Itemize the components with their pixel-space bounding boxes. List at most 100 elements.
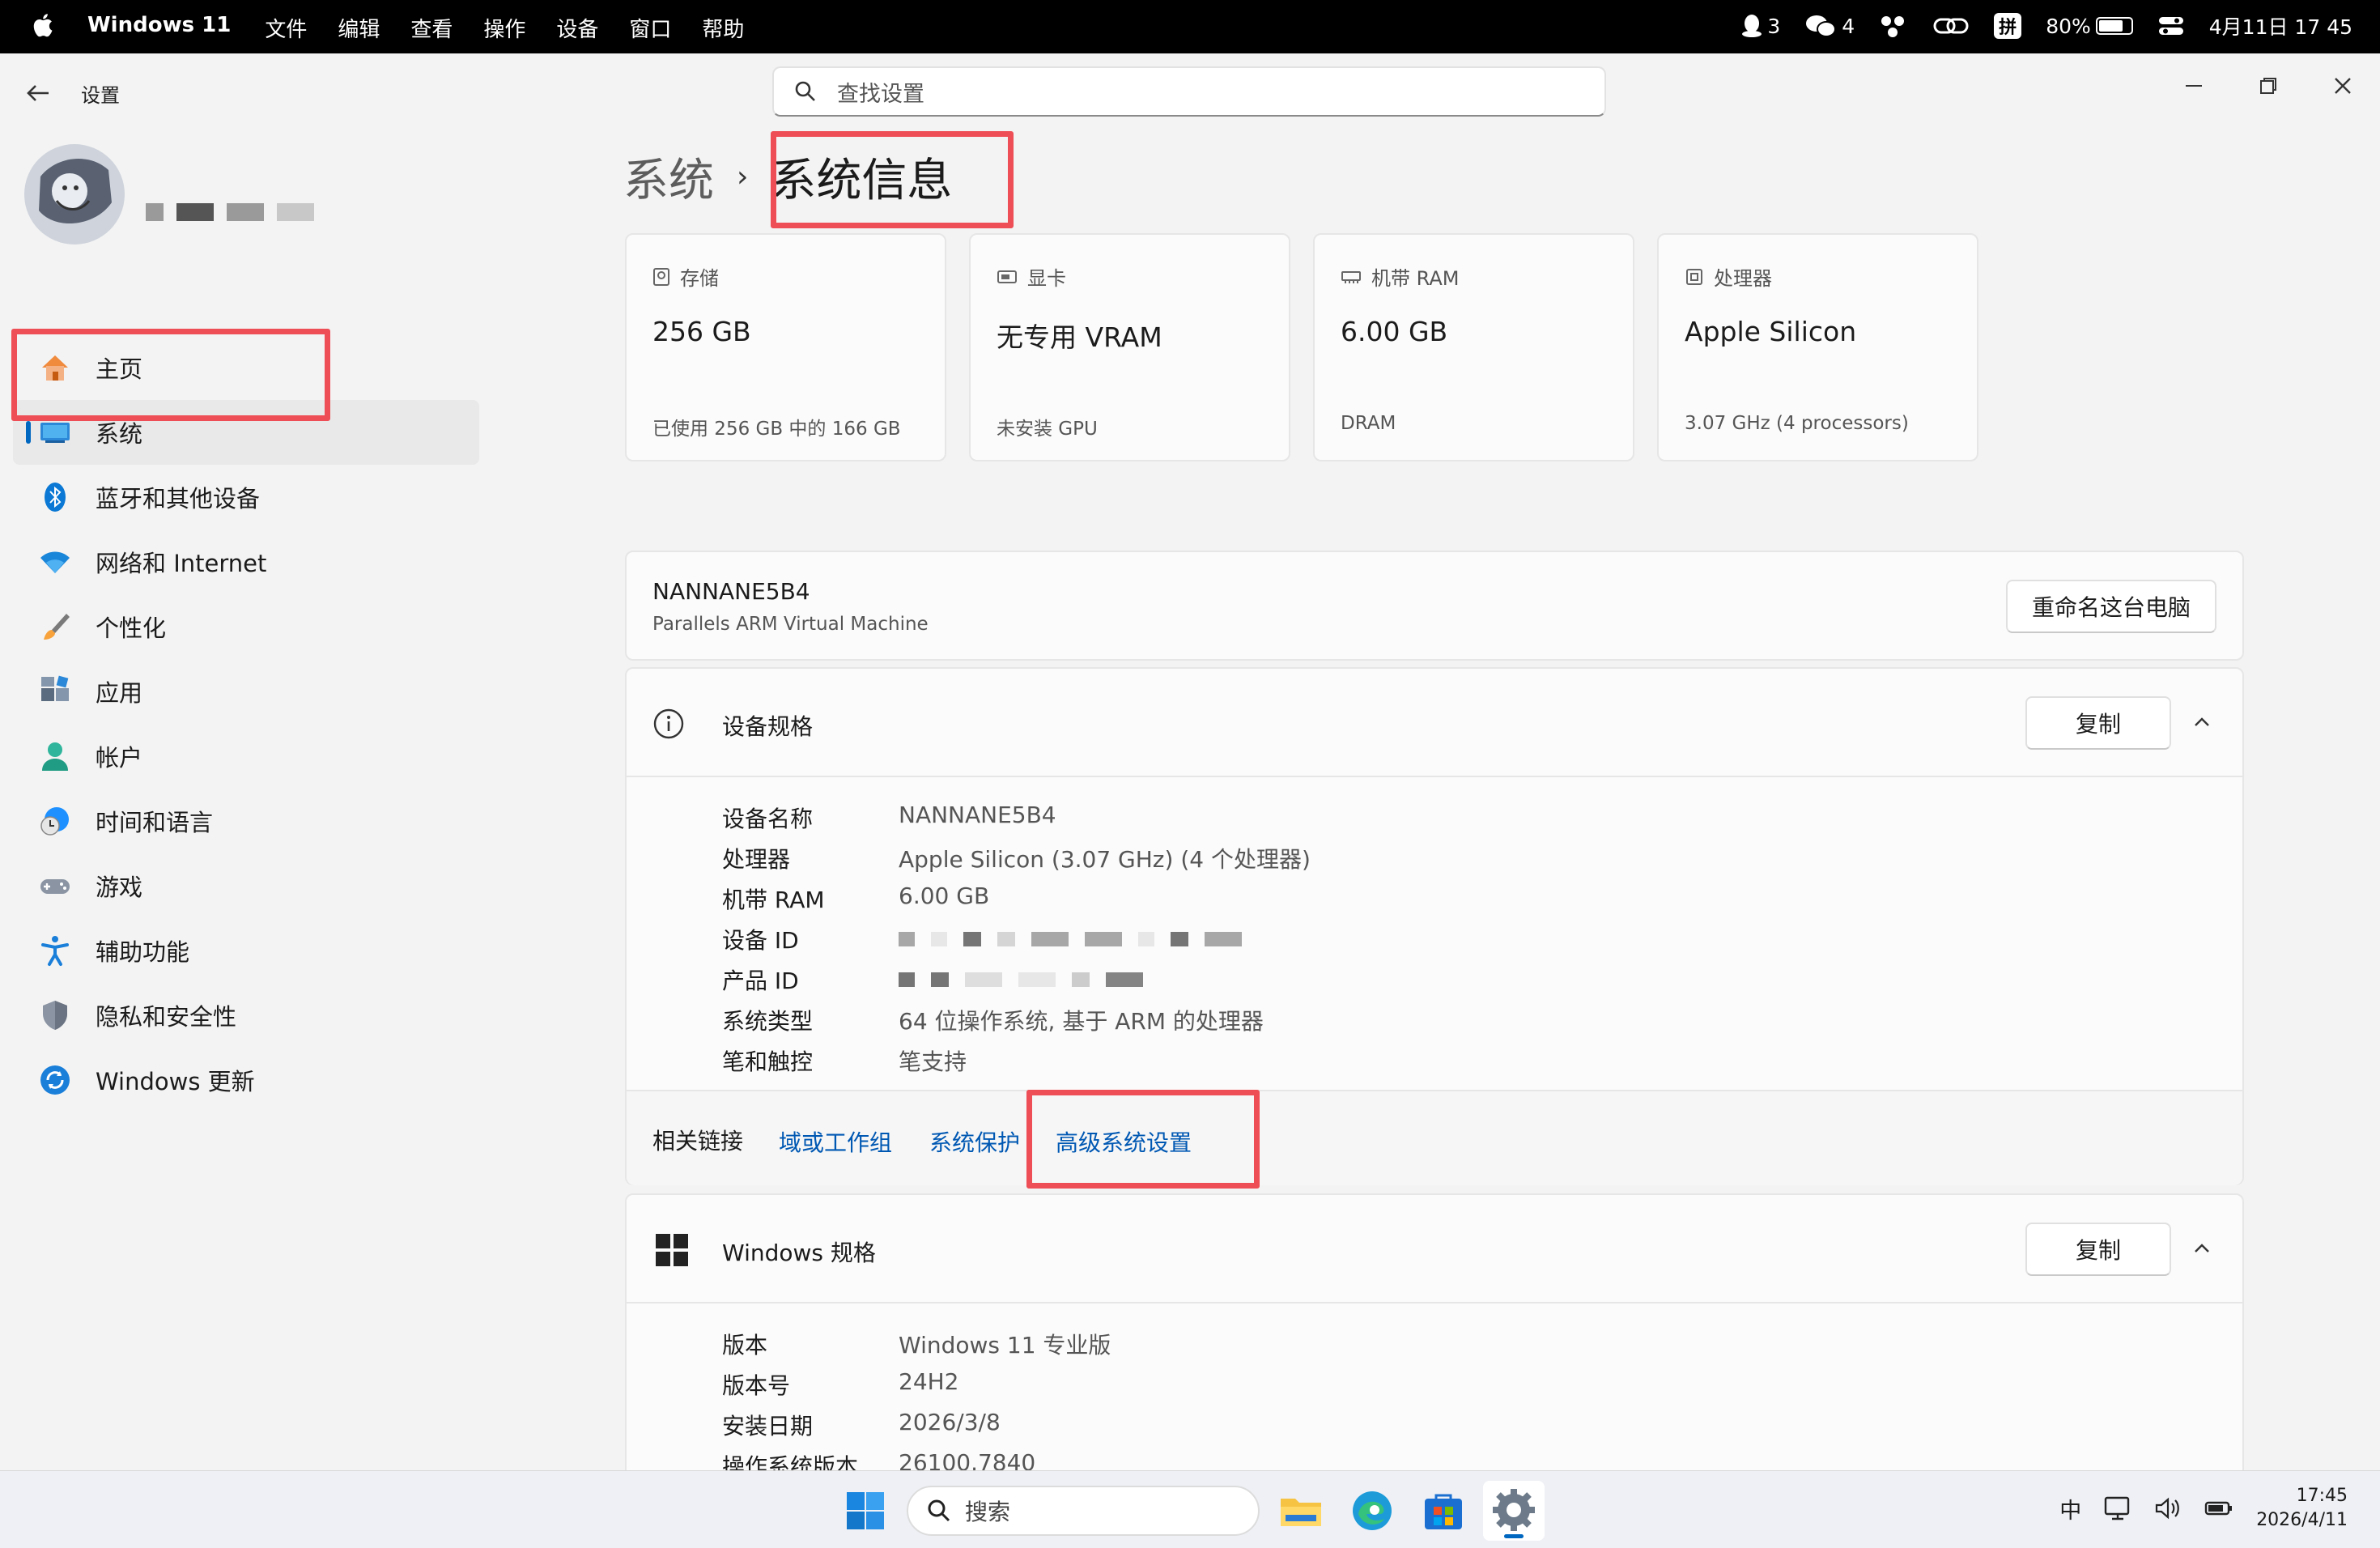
- ram-card[interactable]: 机带 RAM 6.00 GB DRAM: [1313, 233, 1634, 461]
- breadcrumb-parent[interactable]: 系统: [623, 144, 714, 210]
- wechat-count: 4: [1842, 14, 1855, 38]
- storage-card[interactable]: 存储 256 GB 已使用 256 GB 中的 166 GB: [625, 233, 946, 461]
- card-value: 无专用 VRAM: [997, 321, 1162, 353]
- card-label: 处理器: [1714, 267, 1772, 290]
- apps-icon: [41, 675, 69, 701]
- settings-search-box[interactable]: 查找设置: [772, 66, 1606, 117]
- windows-specs-panel: Windows 规格 复制 版本 Windows 11 专业版 版本号 24H2 安…: [625, 1193, 2244, 1485]
- menubar-help[interactable]: 帮助: [702, 13, 744, 43]
- chevron-up-icon[interactable]: [2191, 711, 2213, 734]
- wechat-icon: [1806, 15, 1837, 37]
- sidebar-item-label: 网络和 Internet: [96, 550, 267, 577]
- spec-key: 版本号: [722, 1372, 791, 1399]
- spec-value: NANNANE5B4: [899, 802, 1056, 828]
- link-domain-workgroup[interactable]: 域或工作组: [779, 1125, 892, 1158]
- taskbar-clock[interactable]: 17:45 2026/4/11: [2256, 1484, 2348, 1533]
- sidebar-item-network[interactable]: 网络和 Internet: [13, 529, 479, 594]
- volume-icon[interactable]: [2154, 1496, 2182, 1520]
- spec-row-product-id: 产品 ID: [722, 963, 1143, 996]
- sidebar-item-accessibility[interactable]: 辅助功能: [13, 918, 479, 983]
- spec-key: 设备 ID: [722, 927, 799, 954]
- file-explorer-icon[interactable]: [1277, 1487, 1324, 1534]
- restore-icon[interactable]: [2252, 70, 2284, 102]
- sidebar-item-label: 蓝牙和其他设备: [96, 485, 261, 512]
- chevron-up-icon[interactable]: [2191, 1237, 2213, 1260]
- spec-value: Apple Silicon (3.07 GHz) (4 个处理器): [899, 846, 1311, 873]
- active-indicator: [1504, 1534, 1524, 1538]
- store-icon[interactable]: [1420, 1487, 1467, 1534]
- pc-model: Parallels ARM Virtual Machine: [652, 614, 929, 635]
- sidebar-item-privacy[interactable]: 隐私和安全性: [13, 983, 479, 1048]
- close-icon[interactable]: [2327, 70, 2359, 102]
- menubar-edit[interactable]: 编辑: [338, 13, 380, 43]
- menubar-clock[interactable]: 4月11日 17 45: [2209, 11, 2352, 40]
- windows-specs-header[interactable]: Windows 规格 复制: [627, 1195, 2242, 1303]
- sidebar-item-personalization[interactable]: 个性化: [13, 594, 479, 659]
- spec-row-device-name: 设备名称 NANNANE5B4: [722, 802, 1056, 834]
- spec-key: 版本: [722, 1332, 768, 1359]
- extensions-icon[interactable]: [1879, 14, 1908, 38]
- battery-status[interactable]: 80%: [2046, 15, 2133, 38]
- menubar-window[interactable]: 窗口: [629, 13, 671, 43]
- network-icon[interactable]: [2104, 1496, 2131, 1520]
- sidebar-item-label: 帐户: [96, 744, 143, 772]
- menubar-app-name[interactable]: Windows 11: [87, 13, 231, 43]
- wechat-status[interactable]: 4: [1804, 14, 1855, 38]
- menubar-device[interactable]: 设备: [556, 13, 598, 43]
- menubar-view[interactable]: 查看: [410, 13, 453, 43]
- spec-key: 处理器: [722, 846, 791, 873]
- link-system-protection[interactable]: 系统保护: [929, 1125, 1020, 1158]
- spec-key: 笔和触控: [722, 1048, 814, 1075]
- sidebar-item-label: Windows 更新: [96, 1068, 255, 1095]
- taskbar-search[interactable]: 搜索: [907, 1486, 1260, 1536]
- highlight-page-title: [771, 131, 1014, 228]
- shield-icon: [43, 1001, 67, 1030]
- sidebar-item-windows-update[interactable]: Windows 更新: [13, 1048, 479, 1112]
- settings-taskbar-active[interactable]: [1483, 1481, 1545, 1541]
- user-avatar[interactable]: [24, 144, 125, 245]
- spec-key: 安装日期: [722, 1413, 814, 1440]
- search-icon: [928, 1499, 950, 1522]
- card-subtext: 未安装 GPU: [997, 419, 1098, 440]
- menubar-file[interactable]: 文件: [265, 13, 307, 43]
- rename-pc-button[interactable]: 重命名这台电脑: [2006, 580, 2216, 633]
- battery-icon[interactable]: [2204, 1496, 2233, 1520]
- card-subtext: 3.07 GHz (4 processors): [1685, 413, 1909, 434]
- spec-value: 6.00 GB: [899, 882, 990, 909]
- windows-logo-icon: [656, 1234, 688, 1266]
- sidebar-item-gaming[interactable]: 游戏: [13, 853, 479, 918]
- battery-icon: [2095, 17, 2133, 35]
- device-specs-header[interactable]: 设备规格 复制: [627, 669, 2242, 777]
- taskbar: 搜索 中 17:45 2026/4/11: [0, 1470, 2380, 1548]
- back-arrow-icon[interactable]: [24, 81, 52, 105]
- ime-indicator[interactable]: 拼: [1994, 13, 2022, 39]
- start-icon[interactable]: [842, 1487, 889, 1534]
- card-subtext: DRAM: [1341, 413, 1396, 434]
- sidebar-item-bluetooth[interactable]: 蓝牙和其他设备: [13, 465, 479, 529]
- cpu-card[interactable]: 处理器 Apple Silicon 3.07 GHz (4 processors…: [1657, 233, 1978, 461]
- card-label: 存储: [680, 267, 719, 290]
- chevron-right-icon: ›: [737, 160, 749, 194]
- sidebar-item-time-language[interactable]: 时间和语言: [13, 789, 479, 853]
- card-value: 256 GB: [652, 316, 751, 347]
- sidebar-item-label: 辅助功能: [96, 938, 190, 966]
- minimize-icon[interactable]: [2178, 70, 2210, 102]
- sidebar-item-accounts[interactable]: 帐户: [13, 724, 479, 789]
- device-id-redacted: [899, 923, 1242, 955]
- ime-mode[interactable]: 中: [2059, 1493, 2081, 1525]
- edge-icon[interactable]: [1349, 1487, 1396, 1534]
- control-center-icon[interactable]: [2157, 14, 2185, 38]
- link-icon[interactable]: [1932, 14, 1970, 38]
- copy-device-specs-button[interactable]: 复制: [2025, 696, 2171, 750]
- gpu-card[interactable]: 显卡 无专用 VRAM 未安装 GPU: [969, 233, 1290, 461]
- spec-value: 2026/3/8: [899, 1409, 1001, 1435]
- qq-status[interactable]: 3: [1741, 14, 1780, 38]
- sidebar-item-apps[interactable]: 应用: [13, 659, 479, 724]
- copy-windows-specs-button[interactable]: 复制: [2025, 1223, 2171, 1276]
- spec-value: 24H2: [899, 1368, 959, 1395]
- pc-name: NANNANE5B4: [652, 578, 810, 605]
- brush-icon: [44, 614, 70, 640]
- settings-gear-icon: [1493, 1489, 1535, 1531]
- apple-icon[interactable]: [31, 11, 53, 39]
- menubar-action[interactable]: 操作: [483, 13, 525, 43]
